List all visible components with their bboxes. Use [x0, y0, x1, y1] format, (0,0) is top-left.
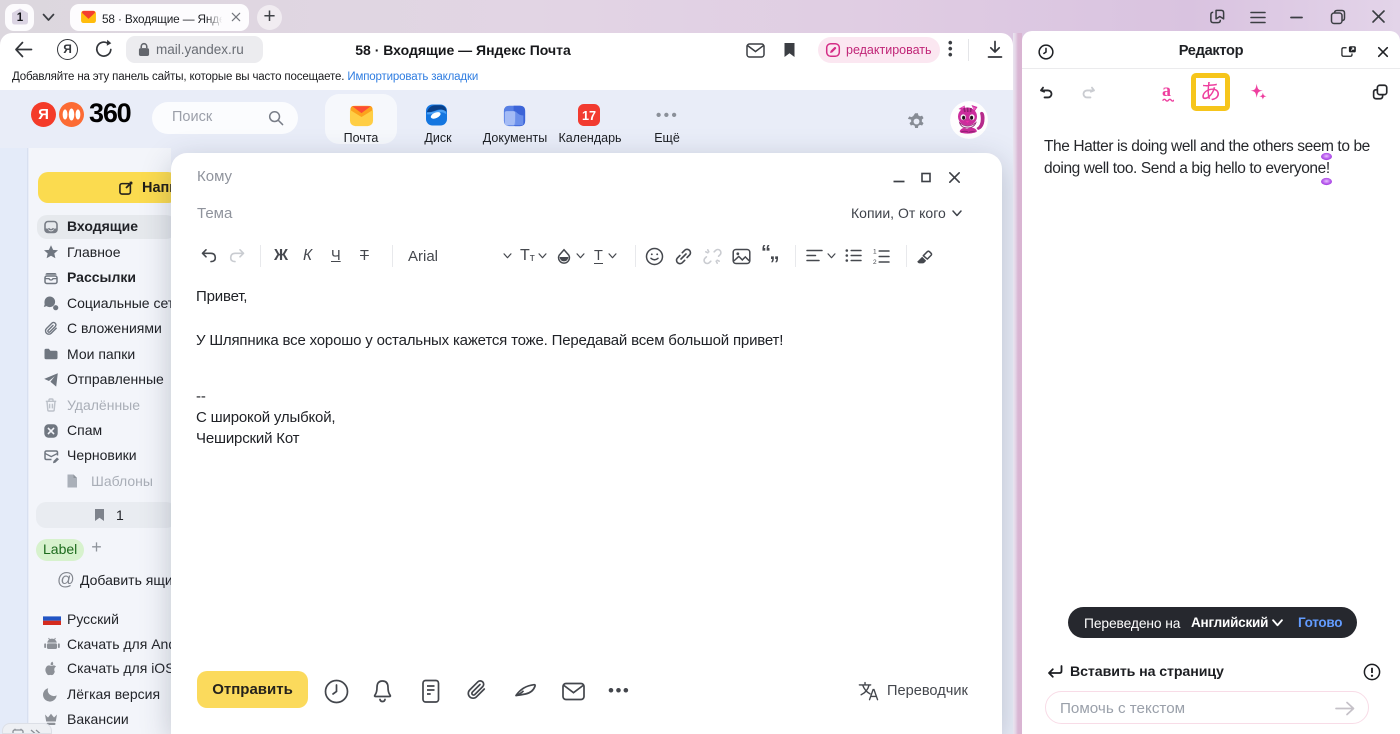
svg-text:2: 2 — [873, 259, 877, 264]
svg-text:17: 17 — [582, 109, 596, 123]
svg-text:1: 1 — [16, 12, 23, 24]
svg-text:1: 1 — [873, 249, 877, 256]
